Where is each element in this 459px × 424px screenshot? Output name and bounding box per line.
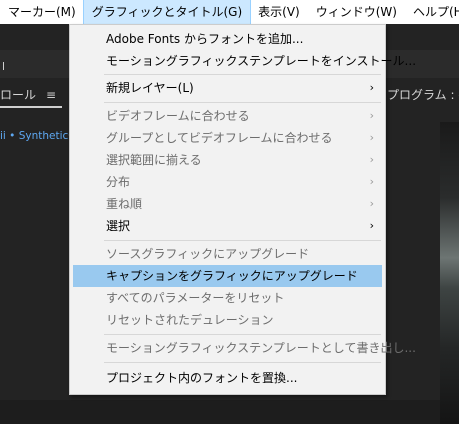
menu-item-label: すべてのパラメーターをリセット	[106, 291, 285, 305]
menu-item-install-mogrt[interactable]: モーショングラフィックステンプレートをインストール...	[73, 50, 416, 72]
chevron-right-icon: ›	[369, 131, 374, 144]
menu-item-label: 選択範囲に揃える	[106, 153, 202, 167]
chevron-right-icon: ›	[369, 153, 374, 166]
menu-item-select[interactable]: 選択 ›	[73, 215, 382, 237]
menu-window[interactable]: ウィンドウ(W)	[308, 0, 405, 24]
menu-item-distribute[interactable]: 分布 ›	[73, 171, 382, 193]
menu-item-label: 新規レイヤー(L)	[106, 81, 194, 95]
menu-item-label: ビデオフレームに合わせる	[106, 109, 250, 123]
left-tab-underline	[0, 106, 62, 108]
menu-item-label: モーショングラフィックステンプレートをインストール...	[106, 54, 417, 68]
menu-graphics-and-titles[interactable]: グラフィックとタイトル(G)	[82, 0, 252, 25]
program-monitor-video	[440, 122, 459, 424]
menu-separator	[104, 362, 381, 363]
menu-item-label: グループとしてビデオフレームに合わせる	[106, 131, 333, 145]
menu-item-new-layer[interactable]: 新規レイヤー(L) ›	[73, 77, 382, 99]
menu-separator	[104, 74, 381, 75]
menu-help[interactable]: ヘルプ(H)	[405, 0, 459, 24]
chevron-right-icon: ›	[369, 219, 374, 232]
left-panel-title[interactable]: ロール ≡	[0, 86, 56, 103]
menu-item-arrange[interactable]: 重ね順 ›	[73, 193, 382, 215]
menu-view[interactable]: 表示(V)	[250, 0, 308, 24]
chevron-right-icon: ›	[369, 109, 374, 122]
toolbar-glyph	[3, 62, 8, 70]
menu-item-label: ソースグラフィックにアップグレード	[106, 247, 310, 261]
chevron-right-icon: ›	[369, 175, 374, 188]
menu-item-upgrade-to-source-graphic[interactable]: ソースグラフィックにアップグレード	[73, 243, 382, 265]
menu-separator	[104, 240, 381, 241]
menu-item-label: プロジェクト内のフォントを置換...	[106, 371, 298, 385]
hamburger-icon[interactable]: ≡	[46, 88, 56, 102]
menu-item-align-to-selection[interactable]: 選択範囲に揃える ›	[73, 149, 382, 171]
menu-item-reset-all-parameters[interactable]: すべてのパラメーターをリセット	[73, 287, 382, 309]
menu-item-export-as-mogrt[interactable]: モーショングラフィックステンプレートとして書き出し...	[73, 337, 416, 359]
chevron-right-icon: ›	[369, 197, 374, 210]
menu-item-reset-duration[interactable]: リセットされたデュレーション	[73, 309, 382, 331]
menu-item-upgrade-captions-to-graphics[interactable]: キャプションをグラフィックにアップグレード	[73, 265, 382, 287]
menu-marker[interactable]: マーカー(M)	[0, 0, 84, 24]
menu-item-label: モーショングラフィックステンプレートとして書き出し...	[106, 341, 416, 355]
graphics-titles-dropdown: Adobe Fonts からフォントを追加... モーショングラフィックステンプ…	[69, 24, 416, 395]
left-panel-title-label: ロール	[0, 88, 37, 102]
menu-item-replace-fonts-in-project[interactable]: プロジェクト内のフォントを置換...	[73, 367, 382, 389]
menu-item-label: キャプションをグラフィックにアップグレード	[106, 269, 358, 283]
menu-separator	[104, 334, 381, 335]
menu-separator	[104, 102, 381, 103]
menu-item-label: 選択	[106, 219, 131, 233]
menu-item-align-group-to-video-frame[interactable]: グループとしてビデオフレームに合わせる ›	[73, 127, 382, 149]
menu-item-label: 分布	[106, 175, 131, 189]
menu-item-label: Adobe Fonts からフォントを追加...	[106, 32, 304, 46]
menu-item-align-to-video-frame[interactable]: ビデオフレームに合わせる ›	[73, 105, 382, 127]
program-monitor-title[interactable]: プログラム : dou	[387, 86, 459, 103]
chevron-right-icon: ›	[369, 81, 374, 94]
menu-item-label: リセットされたデュレーション	[106, 313, 274, 327]
menu-item-label: 重ね順	[106, 197, 143, 211]
menu-bar: マーカー(M) グラフィックとタイトル(G) 表示(V) ウィンドウ(W) ヘル…	[0, 0, 459, 25]
menu-item-add-adobe-fonts[interactable]: Adobe Fonts からフォントを追加...	[73, 28, 382, 50]
